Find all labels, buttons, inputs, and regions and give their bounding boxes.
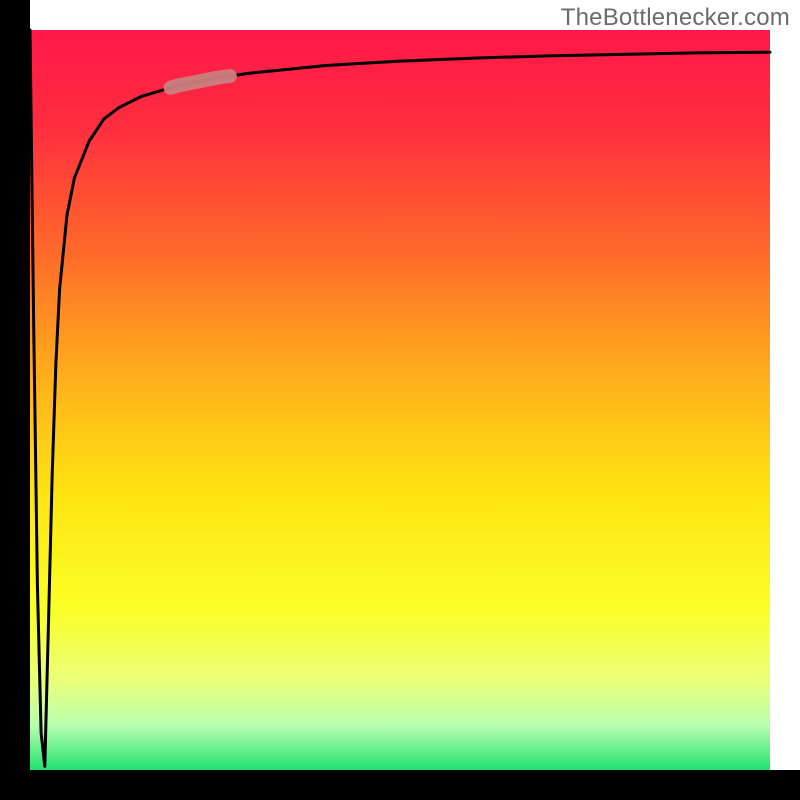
watermark-text: TheBottlenecker.com bbox=[561, 4, 790, 32]
plot-background bbox=[30, 30, 770, 770]
x-axis bbox=[0, 770, 800, 800]
bottleneck-chart bbox=[0, 0, 800, 800]
y-axis bbox=[0, 0, 30, 800]
